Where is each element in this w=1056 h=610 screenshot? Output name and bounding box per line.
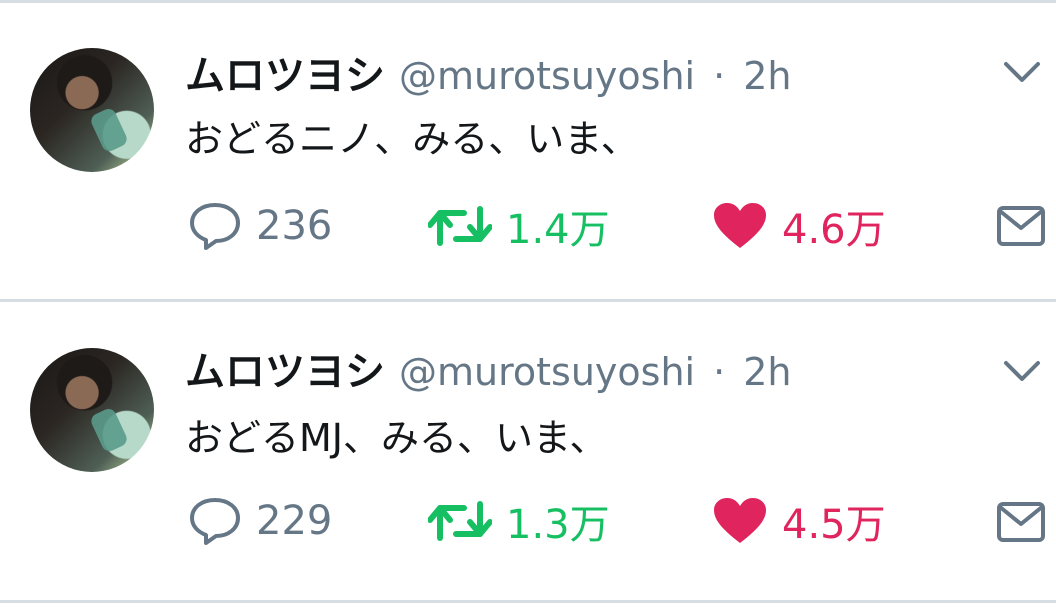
reply-count: 229 [256,498,333,544]
bottom-divider [0,600,1056,603]
chevron-down-icon[interactable] [1000,349,1044,393]
display-name[interactable]: ムロツヨシ [185,339,385,397]
username[interactable]: @murotsuyoshi [399,350,695,394]
like-button[interactable]: 4.5万 [712,493,886,549]
mail-icon[interactable] [996,203,1046,249]
timestamp[interactable]: 2h [743,54,791,98]
tweet-text: おどるMJ、みる、いま、 [185,416,608,460]
retweet-button[interactable]: 1.3万 [428,493,610,549]
separator-dot: · [713,54,726,98]
reply-icon [188,201,242,251]
like-count: 4.5万 [782,502,886,548]
tweet-divider [0,299,1056,302]
retweet-count: 1.3万 [506,502,610,548]
like-count: 4.6万 [782,207,886,253]
like-button[interactable]: 4.6万 [712,198,886,254]
separator-dot: · [713,350,726,394]
mail-icon[interactable] [996,499,1046,545]
reply-count: 236 [256,203,333,249]
tweet[interactable]: ムロツヨシ @murotsuyoshi · 2h おどるMJ、みる、いま、 22… [0,303,1056,603]
tweet-text: おどるニノ、みる、いま、 [185,117,639,161]
reply-button[interactable]: 236 [188,198,332,254]
tweet[interactable]: ムロツヨシ @murotsuyoshi · 2h おどるニノ、みる、いま、 23… [0,3,1056,303]
avatar[interactable] [30,48,154,172]
username[interactable]: @murotsuyoshi [399,54,695,98]
tweet-header: ムロツヨシ @murotsuyoshi · 2h [185,339,791,399]
retweet-icon [428,201,492,251]
timestamp[interactable]: 2h [743,350,791,394]
heart-icon [712,201,768,251]
retweet-count: 1.4万 [506,207,610,253]
heart-icon [712,496,768,546]
reply-icon [188,496,242,546]
chevron-down-icon[interactable] [1000,50,1044,94]
retweet-icon [428,496,492,546]
retweet-button[interactable]: 1.4万 [428,198,610,254]
tweet-header: ムロツヨシ @murotsuyoshi · 2h [185,43,791,103]
avatar[interactable] [30,348,154,472]
display-name[interactable]: ムロツヨシ [185,43,385,101]
reply-button[interactable]: 229 [188,493,332,549]
